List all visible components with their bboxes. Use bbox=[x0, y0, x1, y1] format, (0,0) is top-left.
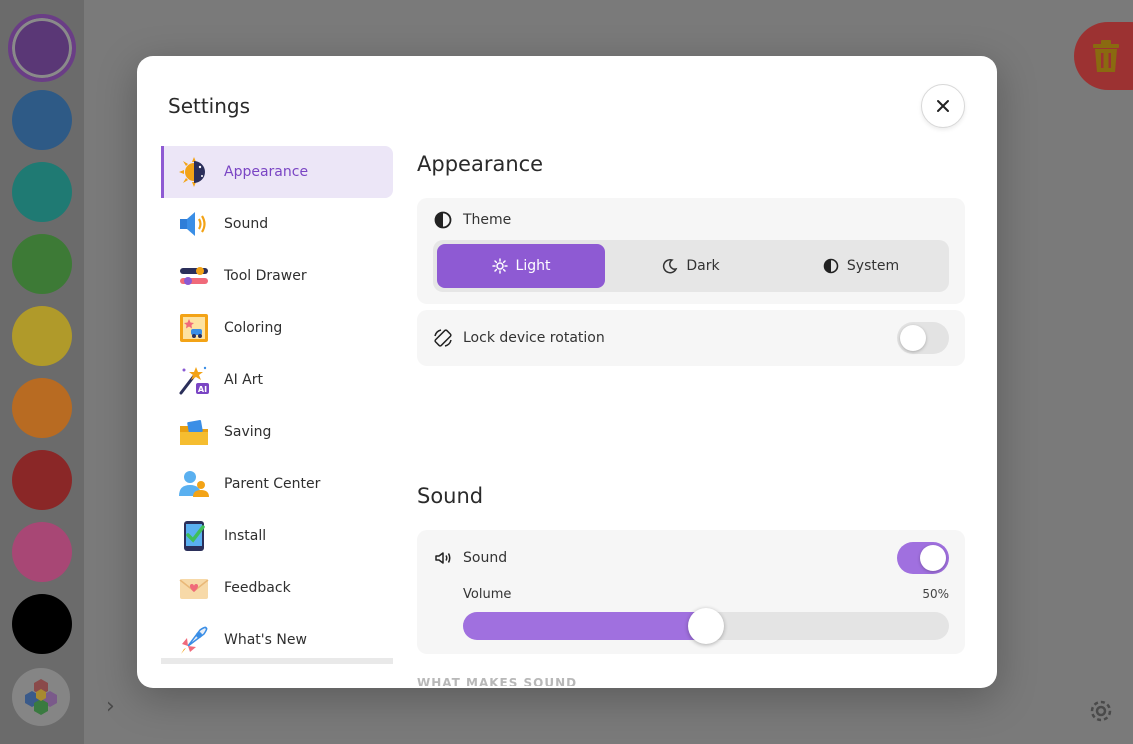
sound-section-title: Sound bbox=[417, 484, 484, 508]
chevron-right-icon[interactable]: › bbox=[106, 694, 115, 719]
nav-item-install[interactable]: Install bbox=[161, 510, 393, 562]
svg-text:AI: AI bbox=[198, 385, 207, 394]
what-makes-sound-heading: WHAT MAKES SOUND bbox=[417, 676, 578, 686]
sound-label: Sound bbox=[463, 550, 508, 566]
settings-gear-button[interactable] bbox=[1086, 696, 1116, 730]
volume-slider[interactable] bbox=[463, 608, 949, 644]
color-swatch-green[interactable] bbox=[12, 234, 72, 294]
coloring-page-icon bbox=[178, 312, 210, 344]
phone-check-icon bbox=[178, 520, 210, 552]
rocket-icon bbox=[178, 624, 210, 656]
nav-item-label: Coloring bbox=[224, 320, 283, 336]
modal-title: Settings bbox=[168, 94, 251, 118]
lock-rotation-card: Lock device rotation bbox=[417, 310, 965, 366]
volume-value: 50% bbox=[922, 587, 949, 601]
theme-option-label: Dark bbox=[686, 258, 720, 274]
nav-item-label: Sound bbox=[224, 216, 269, 232]
theme-option-label: System bbox=[846, 258, 900, 274]
people-icon bbox=[178, 468, 210, 500]
rotate-icon bbox=[433, 328, 453, 348]
gear-icon bbox=[1090, 700, 1112, 722]
lock-rotation-label: Lock device rotation bbox=[463, 330, 605, 346]
theme-card: Theme Light Dark System bbox=[417, 198, 965, 304]
folder-icon bbox=[178, 416, 210, 448]
nav-item-label: AI Art bbox=[224, 372, 263, 388]
speaker-icon bbox=[178, 208, 210, 240]
theme-row-label: Theme bbox=[433, 210, 511, 230]
settings-modal: Settings Appearance Sound Tool Drawer Co… bbox=[137, 56, 997, 688]
sound-toggle[interactable] bbox=[897, 542, 949, 574]
nav-item-ai-art[interactable]: AI AI Art bbox=[161, 354, 393, 406]
color-picker-button[interactable] bbox=[12, 668, 70, 726]
color-swatch-yellow[interactable] bbox=[12, 306, 72, 366]
theme-option-dark[interactable]: Dark bbox=[607, 244, 775, 288]
nav-item-label: Feedback bbox=[224, 580, 291, 596]
theme-label: Theme bbox=[463, 212, 512, 228]
color-swatch-orange[interactable] bbox=[12, 378, 72, 438]
contrast-icon bbox=[433, 210, 453, 230]
volume-label: Volume bbox=[463, 587, 512, 602]
envelope-heart-icon bbox=[178, 572, 210, 604]
lock-rotation-toggle[interactable] bbox=[897, 322, 949, 354]
close-icon bbox=[937, 100, 949, 112]
color-swatch-pink[interactable] bbox=[12, 522, 72, 582]
nav-item-label: Tool Drawer bbox=[224, 268, 307, 284]
close-button[interactable] bbox=[921, 84, 965, 128]
color-palette bbox=[0, 0, 84, 744]
nav-item-feedback[interactable]: Feedback bbox=[161, 562, 393, 614]
hexagon-palette-icon bbox=[25, 679, 57, 715]
nav-item-label: Saving bbox=[224, 424, 272, 440]
toggle-knob bbox=[900, 325, 926, 351]
nav-item-label: Appearance bbox=[224, 164, 309, 180]
settings-nav: Appearance Sound Tool Drawer Coloring AI… bbox=[161, 146, 393, 662]
nav-item-sound[interactable]: Sound bbox=[161, 198, 393, 250]
color-swatch-teal[interactable] bbox=[12, 162, 72, 222]
theme-option-light[interactable]: Light bbox=[437, 244, 605, 288]
color-swatch-purple[interactable] bbox=[8, 14, 76, 82]
nav-item-parent-center[interactable]: Parent Center bbox=[161, 458, 393, 510]
color-swatch-blue[interactable] bbox=[12, 90, 72, 150]
nav-item-appearance[interactable]: Appearance bbox=[161, 146, 393, 198]
nav-item-saving[interactable]: Saving bbox=[161, 406, 393, 458]
volume-slider-thumb[interactable] bbox=[688, 608, 724, 644]
nav-item-label: Install bbox=[224, 528, 267, 544]
sound-card: Sound Volume 50% bbox=[417, 530, 965, 654]
theme-option-system[interactable]: System bbox=[777, 244, 945, 288]
trash-icon bbox=[1093, 40, 1119, 72]
nav-item-tool-drawer[interactable]: Tool Drawer bbox=[161, 250, 393, 302]
nav-scroll-edge bbox=[161, 658, 393, 664]
settings-content[interactable]: Appearance Theme Light Dark System Lock … bbox=[417, 146, 965, 686]
volume-slider-fill bbox=[463, 612, 706, 640]
appearance-section-title: Appearance bbox=[417, 152, 544, 176]
nav-item-whats-new[interactable]: What's New bbox=[161, 614, 393, 662]
magic-wand-icon: AI bbox=[178, 364, 210, 396]
sun-icon bbox=[491, 258, 508, 274]
nav-item-coloring[interactable]: Coloring bbox=[161, 302, 393, 354]
volume-icon bbox=[433, 548, 453, 568]
sun-moon-icon bbox=[178, 156, 210, 188]
nav-item-label: What's New bbox=[224, 632, 307, 648]
toggle-knob bbox=[920, 545, 946, 571]
sound-row-label: Sound bbox=[433, 548, 507, 568]
moon-icon bbox=[662, 258, 678, 274]
trash-button[interactable] bbox=[1074, 22, 1133, 90]
sliders-icon bbox=[178, 260, 210, 292]
lock-rotation-row-label: Lock device rotation bbox=[433, 328, 605, 348]
theme-segmented-control: Light Dark System bbox=[433, 240, 949, 292]
theme-option-label: Light bbox=[515, 258, 551, 274]
color-swatch-black[interactable] bbox=[12, 594, 72, 654]
contrast-icon bbox=[823, 258, 839, 274]
color-swatch-red[interactable] bbox=[12, 450, 72, 510]
nav-item-label: Parent Center bbox=[224, 476, 321, 492]
